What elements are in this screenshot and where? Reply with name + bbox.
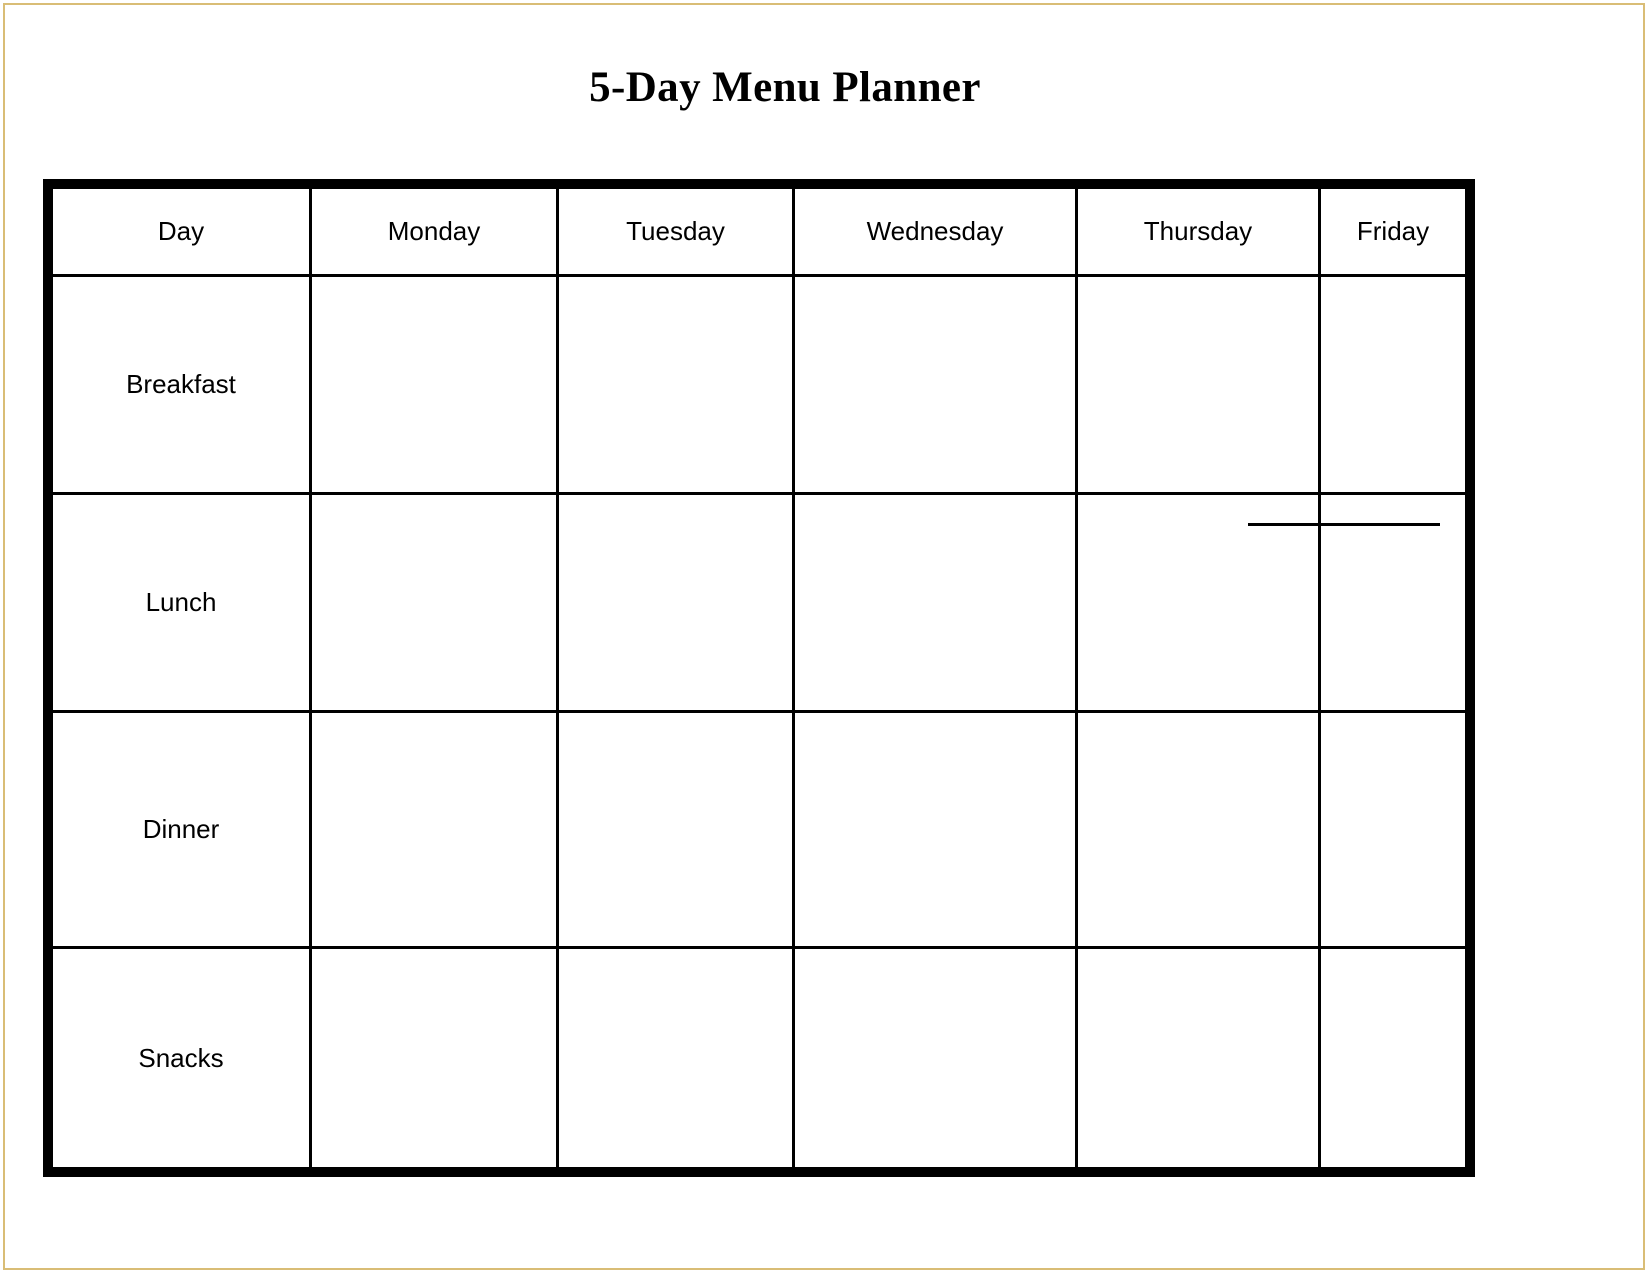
cell-snacks-wednesday[interactable] — [792, 949, 1075, 1167]
page-title: 5-Day Menu Planner — [589, 64, 981, 111]
lunch-row-extended-rule — [1248, 523, 1440, 526]
cell-lunch-tuesday[interactable] — [556, 495, 792, 710]
cell-snacks-tuesday[interactable] — [556, 949, 792, 1167]
row-label-dinner: Dinner — [142, 814, 220, 844]
cell-dinner-monday[interactable] — [309, 713, 556, 946]
cell-dinner-tuesday[interactable] — [556, 713, 792, 946]
cell-breakfast-wednesday[interactable] — [792, 277, 1075, 492]
table-header-row: Day Monday Tuesday Wednesday Thursday Fr… — [53, 189, 1465, 274]
cell-breakfast-tuesday[interactable] — [556, 277, 792, 492]
page-sheet: 5-Day Menu Planner Day Monday Tuesday We… — [3, 3, 1645, 1270]
cell-lunch-monday[interactable] — [309, 495, 556, 710]
cell-lunch-wednesday[interactable] — [792, 495, 1075, 710]
column-header-friday: Friday — [1318, 189, 1465, 274]
cell-dinner-friday[interactable] — [1318, 713, 1465, 946]
column-header-thursday: Thursday — [1075, 189, 1318, 274]
row-label-lunch: Lunch — [145, 587, 217, 617]
cell-dinner-wednesday[interactable] — [792, 713, 1075, 946]
cell-breakfast-thursday[interactable] — [1075, 277, 1318, 492]
cell-snacks-monday[interactable] — [309, 949, 556, 1167]
cell-dinner-thursday[interactable] — [1075, 713, 1318, 946]
column-header-day: Day — [157, 216, 205, 246]
table-row: Dinner — [53, 710, 1465, 946]
cell-lunch-friday[interactable] — [1318, 495, 1465, 710]
table-grid: Day Monday Tuesday Wednesday Thursday Fr… — [53, 189, 1465, 1167]
column-header-monday: Monday — [309, 189, 556, 274]
cell-breakfast-monday[interactable] — [309, 277, 556, 492]
column-header-wednesday: Wednesday — [792, 189, 1075, 274]
row-label-snacks: Snacks — [138, 1042, 224, 1073]
cell-snacks-friday[interactable] — [1318, 949, 1465, 1167]
page-title-container: 5-Day Menu Planner — [5, 63, 1565, 112]
cell-lunch-thursday[interactable] — [1075, 495, 1318, 710]
cell-snacks-thursday[interactable] — [1075, 949, 1318, 1167]
column-header-tuesday: Tuesday — [556, 189, 792, 274]
menu-planner-table: Day Monday Tuesday Wednesday Thursday Fr… — [43, 179, 1475, 1177]
row-label-breakfast: Breakfast — [126, 369, 236, 399]
table-row: Snacks — [53, 946, 1465, 1167]
table-row: Breakfast — [53, 274, 1465, 492]
cell-breakfast-friday[interactable] — [1318, 277, 1465, 492]
